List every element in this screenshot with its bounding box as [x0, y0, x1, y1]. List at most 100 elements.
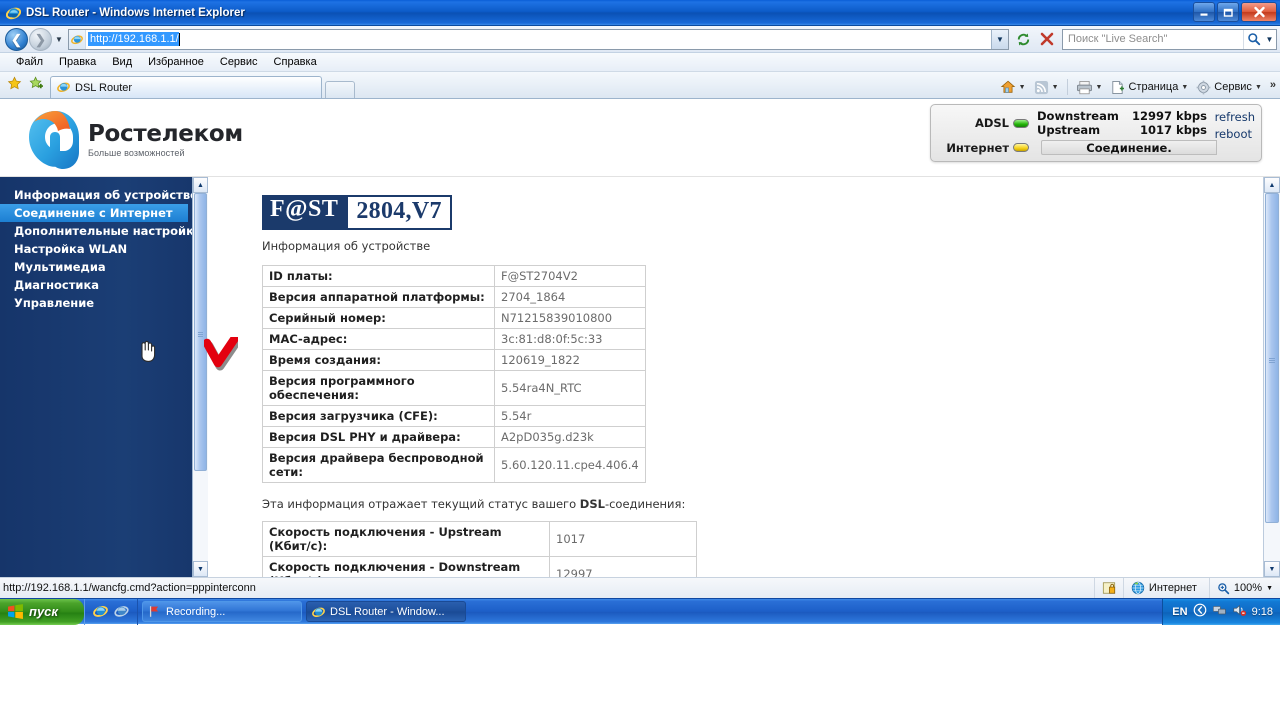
printer-icon [1076, 80, 1092, 94]
menu-item-tools[interactable]: Сервис [212, 56, 266, 68]
sidebar-item-advanced-settings[interactable]: Дополнительные настройки [0, 222, 208, 240]
reboot-link[interactable]: reboot [1215, 127, 1255, 141]
menu-item-file[interactable]: Файл [8, 56, 51, 68]
menu-item-favorites[interactable]: Избранное [140, 56, 212, 68]
feeds-button[interactable]: ▼ [1031, 80, 1062, 95]
add-to-favorites-icon[interactable] [29, 76, 44, 94]
command-overflow-button[interactable]: » [1270, 79, 1276, 91]
status-bar-url: http://192.168.1.1/wancfg.cmd?action=ppp… [3, 582, 256, 594]
maximize-button[interactable] [1217, 2, 1239, 22]
sidebar-scrollbar[interactable]: ▲ ▼ [192, 177, 208, 577]
menu-item-help[interactable]: Справка [266, 56, 325, 68]
search-input[interactable]: Поиск "Live Search" [1063, 33, 1243, 45]
page-scroll-down-button[interactable]: ▼ [1264, 561, 1280, 577]
home-button[interactable]: ▼ [997, 79, 1029, 95]
minimize-button[interactable] [1193, 2, 1215, 22]
print-button[interactable]: ▼ [1073, 80, 1106, 95]
sidebar-item-device-info[interactable]: Информация об устройстве [0, 186, 208, 204]
router-status-panel: ADSL Downstream 12997 kbps Upstream 1017… [930, 104, 1262, 162]
brand-tagline: Больше возможностей [88, 147, 185, 158]
row-key: Время создания: [262, 349, 495, 371]
tab-favicon-icon [57, 80, 70, 96]
home-icon [1000, 80, 1015, 93]
sidebar-item-internet-connection[interactable]: Соединение с Интернет [0, 204, 188, 222]
sidebar-scroll-down-button[interactable]: ▼ [193, 561, 208, 577]
address-dropdown-button[interactable]: ▼ [991, 29, 1008, 49]
browser-tab-dsl-router[interactable]: DSL Router [50, 76, 322, 98]
favorites-center-icon[interactable] [7, 76, 22, 94]
language-indicator[interactable]: EN [1172, 606, 1187, 618]
page-scrollbar[interactable]: ▲ ▼ [1263, 177, 1280, 577]
address-bar-url[interactable]: http://192.168.1.1/ [88, 32, 179, 46]
page-scroll-thumb[interactable] [1265, 193, 1279, 523]
table-row: ID платы: F@ST2704V2 [262, 265, 646, 287]
sidebar-item-diagnostics[interactable]: Диагностика [0, 276, 208, 294]
row-key: Версия программного обеспечения: [262, 370, 495, 406]
chevron-down-icon: ▼ [1265, 34, 1274, 44]
rss-feed-icon [1034, 80, 1048, 94]
sidebar-scroll-up-button[interactable]: ▲ [193, 177, 208, 193]
row-key: Серийный номер: [262, 307, 495, 329]
chevron-down-icon: ▼ [996, 34, 1004, 44]
adsl-label: ADSL [974, 116, 1009, 130]
menu-item-view[interactable]: Вид [104, 56, 140, 68]
refresh-link[interactable]: refresh [1215, 110, 1255, 124]
start-button[interactable]: пуск [0, 598, 84, 625]
taskbar-button-recording[interactable]: Recording... [142, 601, 302, 622]
row-value: 2704_1864 [494, 286, 646, 308]
refresh-button[interactable] [1012, 28, 1034, 50]
sidebar-scroll-track[interactable] [193, 193, 208, 561]
address-bar[interactable]: http://192.168.1.1/ ▼ [68, 28, 1009, 50]
internet-status-led-icon [1013, 143, 1029, 152]
history-dropdown-button[interactable]: ▼ [52, 28, 66, 51]
router-body: Информация об устройстве Соединение с Ин… [0, 177, 1280, 577]
row-value: 12997 [549, 556, 697, 577]
search-box[interactable]: Поиск "Live Search" ▼ [1062, 28, 1277, 50]
protected-mode-icon [1102, 582, 1116, 594]
page-menu-button[interactable]: Страница ▼ [1107, 80, 1191, 95]
row-value: 5.54ra4N_RTC [494, 370, 646, 406]
tray-volume-icon[interactable] [1232, 603, 1247, 620]
tools-menu-button[interactable]: Сервис ▼ [1193, 80, 1265, 95]
page-scroll-up-button[interactable]: ▲ [1264, 177, 1280, 193]
sidebar-item-management[interactable]: Управление [0, 294, 208, 312]
sidebar-scroll-thumb[interactable] [194, 193, 207, 471]
browser-navigation-bar: ❮ ❯ ▼ http://192.168.1.1/ ▼ Поиск "Live … [0, 26, 1280, 53]
taskbar-button-label: Recording... [166, 605, 226, 618]
dsl-status-table: Скорость подключения - Upstream (Кбит/с)… [262, 521, 697, 577]
page-scroll-track[interactable] [1264, 193, 1280, 561]
globe-icon [1131, 581, 1145, 595]
tray-action-center-icon[interactable] [1193, 603, 1207, 620]
status-bar-zoom[interactable]: 100% ▼ [1208, 578, 1280, 598]
downstream-value: 12997 kbps [1132, 109, 1207, 123]
internet-explorer-icon [5, 5, 21, 21]
close-button[interactable] [1241, 2, 1277, 22]
stop-button[interactable] [1036, 28, 1058, 50]
rostelecom-logo: Ростелеком Больше возможностей [20, 107, 243, 171]
router-main-content: F@ST 2804,V7 Информация об устройстве ID… [208, 177, 1280, 577]
menu-item-edit[interactable]: Правка [51, 56, 104, 68]
tray-network-icon[interactable] [1212, 603, 1227, 620]
row-key: Версия аппаратной платформы: [262, 286, 495, 308]
dsl-note-bold: DSL [579, 497, 605, 511]
quick-launch-show-desktop-icon[interactable] [114, 603, 129, 621]
scroll-grip-icon [1269, 358, 1275, 364]
new-tab-button[interactable] [325, 81, 355, 98]
page-favicon-icon [69, 29, 86, 49]
refresh-icon [1017, 32, 1029, 46]
quick-launch-internet-explorer-icon[interactable] [93, 603, 108, 621]
sidebar-item-multimedia[interactable]: Мультимедиа [0, 258, 208, 276]
taskbar-button-dsl-router[interactable]: DSL Router - Window... [306, 601, 466, 622]
search-submit-button[interactable] [1243, 29, 1263, 49]
chevron-down-icon[interactable]: ▼ [1266, 585, 1273, 592]
dsl-note-pre: Эта информация отражает текущий статус в… [262, 497, 580, 511]
row-key: Версия драйвера беспроводной сети: [262, 447, 495, 483]
page-icon [1112, 80, 1125, 94]
status-bar-zone-label: Интернет [1148, 582, 1197, 594]
back-button[interactable]: ❮ [5, 27, 28, 51]
forward-button[interactable]: ❯ [29, 27, 52, 51]
status-bar-zone[interactable]: Интернет [1122, 578, 1209, 598]
search-provider-dropdown[interactable]: ▼ [1263, 30, 1276, 49]
system-clock[interactable]: 9:18 [1252, 606, 1273, 618]
sidebar-item-wlan-setup[interactable]: Настройка WLAN [0, 240, 208, 258]
